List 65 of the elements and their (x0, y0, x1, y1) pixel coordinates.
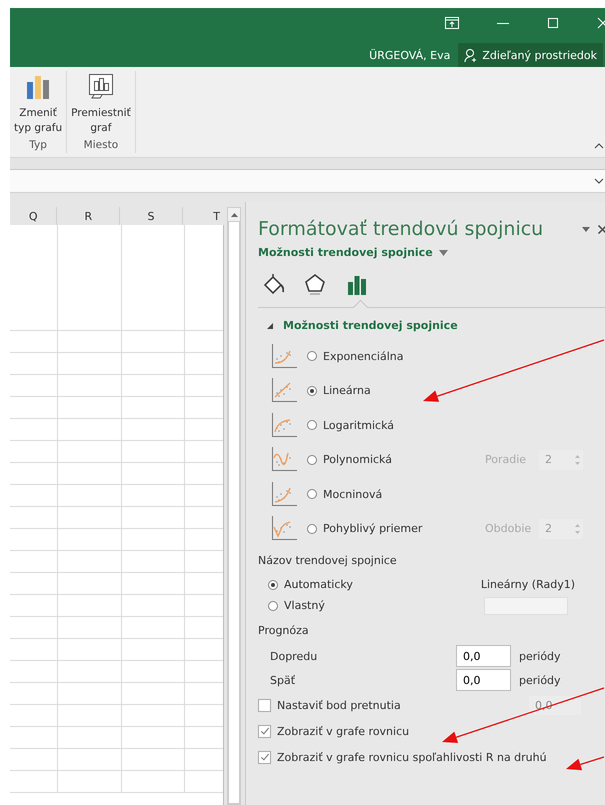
dropdown-icon[interactable] (582, 226, 590, 232)
checkbox-label[interactable]: Nastaviť bod pretnutia (277, 698, 401, 712)
caret-icon (438, 250, 448, 256)
section-header[interactable]: Možnosti trendovej spojnice (267, 319, 458, 332)
radio-button[interactable] (307, 454, 317, 465)
trendline-icon (270, 480, 297, 508)
field-label: Dopredu (270, 650, 318, 662)
share-button[interactable]: Zdieľaný prostriedok (458, 43, 603, 67)
radio-button[interactable] (307, 351, 317, 362)
close-icon[interactable] (598, 224, 605, 234)
option-label[interactable]: Exponenciálna (323, 350, 404, 363)
number-field[interactable]: 0,0 (456, 645, 511, 667)
person-add-icon (464, 48, 478, 62)
field-label: Späť (270, 674, 296, 686)
chart-icon (88, 73, 114, 100)
triangle-icon (267, 322, 273, 328)
ribbon-display-icon[interactable] (445, 17, 459, 29)
group-label: Typ (29, 139, 47, 153)
radio-button[interactable] (307, 524, 317, 534)
column-header[interactable]: T (182, 207, 224, 225)
collapse-ribbon-icon[interactable] (594, 143, 604, 149)
option-label[interactable]: Pohyblivý priemer (323, 522, 422, 536)
trendline-icon (270, 412, 297, 439)
subsection-label: Názov trendovej spojnice (258, 554, 398, 569)
pane-title: Formátovať trendovú spojnicu (258, 218, 544, 240)
bar-chart-icon (25, 73, 52, 100)
trendline-icon (270, 342, 297, 370)
bar-chart-icon[interactable] (346, 273, 368, 296)
option-label[interactable]: Automaticky (284, 578, 353, 591)
radio-button[interactable] (268, 580, 278, 590)
checkbox-label[interactable]: Zobraziť v grafe rovnicu (277, 724, 410, 738)
user-name: ÜRGEOVÁ, Eva (369, 48, 450, 62)
unit-label: periódy (519, 674, 561, 686)
vertical-scrollbar[interactable] (227, 207, 241, 805)
checkbox[interactable] (258, 724, 271, 738)
parameter-label: Obdobie (485, 522, 532, 536)
maximize-icon[interactable] (547, 17, 559, 29)
radio-button[interactable] (307, 420, 317, 430)
paint-bucket-icon[interactable] (262, 273, 284, 296)
radio-button[interactable] (307, 386, 317, 396)
parameter-label: Poradie (485, 453, 528, 466)
series-name-text: Lineárny (Rady1) (480, 576, 575, 592)
options-dropdown[interactable]: Možnosti trendovej spojnice (258, 246, 448, 259)
checkbox[interactable] (258, 750, 271, 764)
option-label[interactable]: Logaritmická (323, 418, 394, 432)
expand-icon[interactable] (594, 178, 604, 184)
trendline-icon (270, 515, 297, 542)
option-label[interactable]: Lineárna (323, 384, 371, 398)
unit-label: periódy (519, 650, 561, 662)
pentagon-icon[interactable] (304, 273, 326, 296)
option-label[interactable]: Polynomická (323, 453, 392, 466)
radio-button[interactable] (307, 489, 317, 500)
trendline-icon (270, 377, 297, 404)
group-label: Miesto (84, 139, 118, 153)
number-field[interactable]: 0,0 (456, 669, 511, 691)
checkbox-label[interactable]: Zobraziť v grafe rovnicu spoľahlivosti R na druhú (277, 750, 547, 764)
scroll-up-icon[interactable] (230, 213, 238, 217)
option-label[interactable]: Vlastný (284, 599, 325, 612)
radio-button[interactable] (268, 600, 278, 610)
move-chart-button[interactable]: Premiestniť graf (69, 71, 133, 139)
trendline-icon (270, 446, 297, 474)
checkbox[interactable] (258, 698, 271, 712)
option-label[interactable]: Mocninová (323, 488, 382, 501)
change-chart-type-button[interactable]: Zmeniť typ grafu (12, 71, 64, 139)
subsection-label: Prognóza (258, 624, 310, 639)
